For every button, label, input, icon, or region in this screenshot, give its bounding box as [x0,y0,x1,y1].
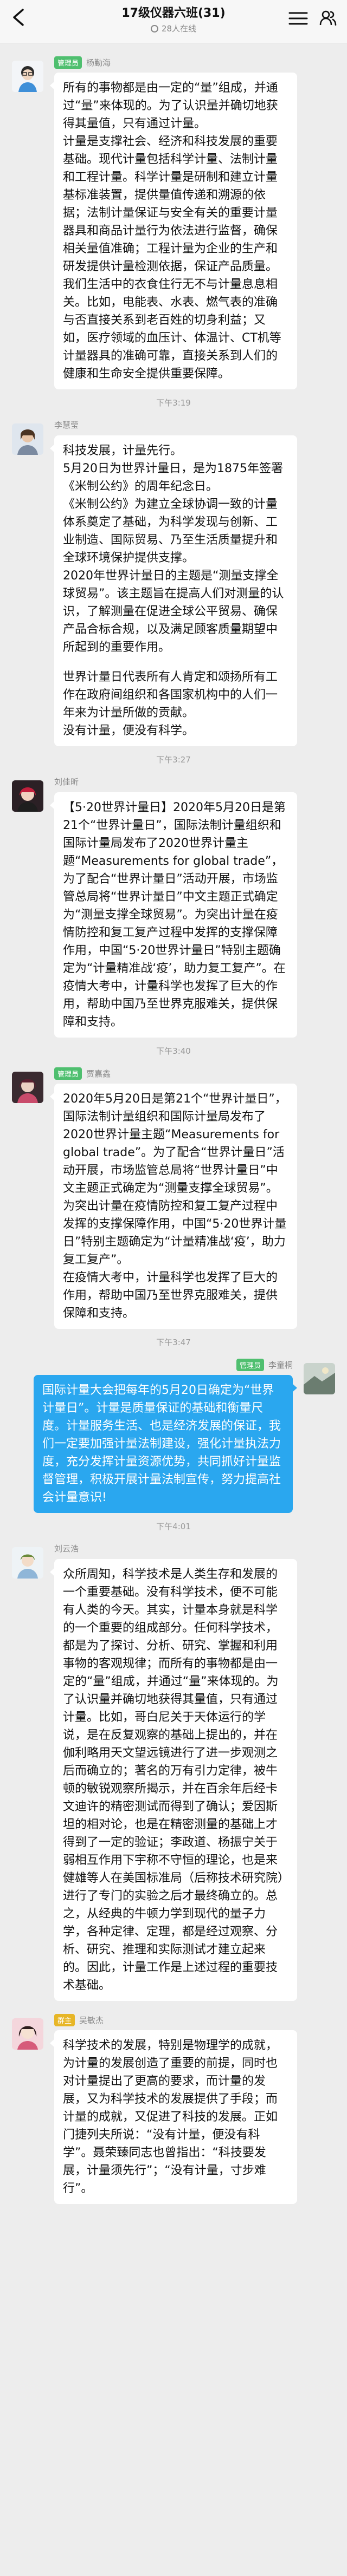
message-bubble[interactable]: 科技发展，计量先行。 5月20日为世界计量日，是为1875年签署《米制公约》的周年… [50,435,297,746]
message-bubble[interactable]: 国际计量大会把每年的5月20日确定为“世界计量日”。计量是质量保证的基础和衡量尺… [34,1375,297,1513]
sender-name[interactable]: 吴敏杰 [79,2016,104,2025]
message-text: 2020年5月20日是第21个“世界计量日”，国际法制计量组织和国际计量局发布了… [63,1092,287,1267]
role-badge: 管理员 [54,1067,82,1080]
avatar[interactable] [12,780,43,812]
message-bubble[interactable]: 科学技术的发展，特别是物理学的成就，为计量的发展创造了重要的前提，同时也对计量提… [50,2030,297,2204]
sender-line: 群主 吴敏杰 [54,2014,347,2028]
role-badge: 管理员 [54,56,82,69]
sender-line: 管理员 贾嘉鑫 [54,1067,347,1081]
message-bubble[interactable]: 所有的事物都是由一定的“量”组成，并通过“量”来体现的。为了认识量并确切地获得其… [50,73,297,389]
message-text: 世界计量日代表所有人肯定和颂扬所有工作在政府间组织和各国家机构中的人们一年来为计… [63,670,278,720]
role-badge: 管理员 [236,1359,264,1371]
message: 管理员 李童桐国际计量大会把每年的5月20日确定为“世界计量日”。计量是质量保证的… [0,1351,347,1518]
sender-line: 管理员 李童桐 [0,1359,293,1373]
sender-name[interactable]: 贾嘉鑫 [86,1069,111,1079]
avatar[interactable] [304,1363,335,1394]
sender-line: 管理员 杨勤海 [54,56,347,70]
timestamp: 下午3:19 [156,398,191,408]
message-bubble[interactable]: 众所周知，科学技术是人类生存和发展的一个重要基础。没有科学技术，便不可能有人类的… [50,1559,297,2001]
message: 刘佳昕【5·20世界计量日】2020年5月20日是第21个“世界计量日”，国际法… [0,768,347,1043]
message: 李慧莹科技发展，计量先行。 5月20日为世界计量日，是为1875年签署《米制公约》… [0,412,347,752]
avatar[interactable] [12,1072,43,1103]
timestamp: 下午4:01 [156,1522,191,1531]
message-text: 2020年世界计量日的主题是“测量支撑全球贸易”。该主题旨在提高人们对测量的认识… [63,569,284,654]
message: 管理员 贾嘉鑫 2020年5月20日是第21个“世界计量日”，国际法制计量组织和国际… [0,1060,347,1334]
message-text: 没有计量，便没有科学。 [63,724,195,738]
message-text: 【5·20世界计量日】2020年5月20日是第21个“世界计量日”，国际法制计量… [63,801,286,1029]
message-text: 科技发展，计量先行。 [63,444,183,458]
message-bubble[interactable]: 2020年5月20日是第21个“世界计量日”，国际法制计量组织和国际计量局发布了… [50,1084,297,1329]
message-text: 《米制公约》为建立全球协调一致的计量体系奠定了基础，为科学发现与创新、工业制造、… [63,498,278,565]
message: 管理员 杨勤海所有的事物都是由一定的“量”组成，并通过“量”来体现的。为了认识量并… [0,49,347,395]
timestamp: 下午3:47 [156,1338,191,1347]
message-text: 计量是支撑社会、经济和科技发展的重要基础。现代计量包括科学计量、法制计量和工程计… [63,135,281,381]
message-bubble[interactable]: 【5·20世界计量日】2020年5月20日是第21个“世界计量日”，国际法制计量… [50,792,297,1038]
message-text: 5月20日为世界计量日，是为1875年签署《米制公约》的周年纪念日。 [63,462,283,493]
sender-name[interactable]: 杨勤海 [86,58,111,68]
sender-name[interactable]: 刘佳昕 [54,777,79,787]
avatar[interactable] [12,1547,43,1579]
message-text [63,656,288,668]
message-text: 科学技术的发展，特别是物理学的成就，为计量的发展创造了重要的前提，同时也对计量提… [63,2039,278,2195]
timestamp: 下午3:27 [156,755,191,765]
message-text: 国际计量大会把每年的5月20日确定为“世界计量日”。计量是质量保证的基础和衡量尺… [42,1384,281,1504]
more-options-icon[interactable] [288,11,308,26]
sender-line: 刘云浩 [54,1543,347,1557]
message-text: 在疫情大考中，计量科学也发挥了巨大的作用，帮助中国乃至世界克服难关，提供保障和支… [63,1271,278,1320]
avatar[interactable] [12,2018,43,2050]
sender-line: 刘佳昕 [54,776,347,790]
message-list[interactable]: 管理员 杨勤海 所有的事物都是由一定的“量”组成，并通过“量”来体现的。为了认识量并… [0,43,347,2242]
online-count: 28人在线 [161,24,197,34]
timestamp: 下午3:40 [156,1046,191,1056]
sender-name[interactable]: 李童桐 [268,1360,293,1370]
sender-line: 李慧莹 [54,419,347,433]
message-text: 众所周知，科学技术是人类生存和发展的一个重要基础。没有科学技术，便不可能有人类的… [63,1568,284,1992]
role-badge: 群主 [54,2014,75,2026]
message: 刘云浩众所周知，科学技术是人类生存和发展的一个重要基础。没有科学技术，便不可能有… [0,1535,347,2006]
title-bar: 17级仪器六班(31) 28人在线 [0,0,347,43]
sender-name[interactable]: 李慧莹 [54,420,79,430]
sender-name[interactable]: 刘云浩 [54,1544,79,1554]
avatar[interactable] [12,423,43,455]
message: 群主 吴敏杰科学技术的发展，特别是物理学的成就，为计量的发展创造了重要的前提，同时… [0,2006,347,2209]
avatar[interactable] [12,61,43,92]
message-text: 所有的事物都是由一定的“量”组成，并通过“量”来体现的。为了认识量并确切地获得其… [63,81,278,131]
online-dot-icon [150,25,158,32]
group-profile-icon[interactable] [319,9,337,27]
